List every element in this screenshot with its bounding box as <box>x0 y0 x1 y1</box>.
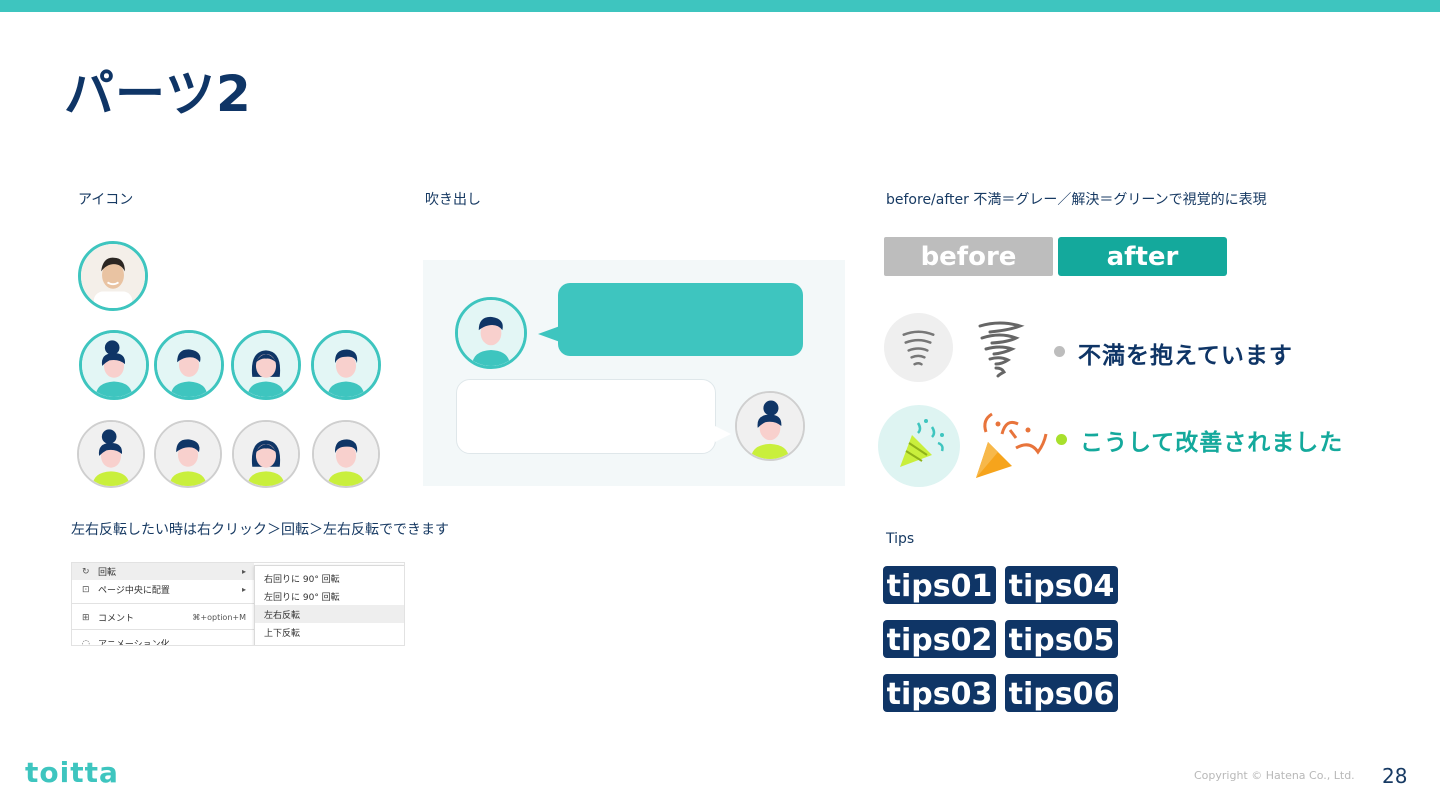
avatar-teal-bun <box>79 330 149 400</box>
tornado-icon <box>968 318 1030 380</box>
menu-divider <box>72 603 254 604</box>
submenu-rotate-right[interactable]: 右回りに 90° 回転 <box>255 569 404 587</box>
toitta-logo: toitta <box>25 756 119 789</box>
rotate-submenu: 右回りに 90° 回転 左回りに 90° 回転 左右反転 上下反転 <box>254 565 404 645</box>
comment-icon: ⊞ <box>82 612 90 623</box>
green-bullet-dot <box>1056 434 1067 445</box>
submenu-rotate-left[interactable]: 左回りに 90° 回転 <box>255 587 404 605</box>
complaint-text: 不満を抱えています <box>1078 343 1293 369</box>
page-number: 28 <box>1382 764 1408 788</box>
tips-section-label: Tips <box>886 531 915 547</box>
photo-avatar <box>78 241 148 311</box>
copyright-text: Copyright © Hatena Co., Ltd. <box>1194 769 1355 782</box>
avatar-gray-short-hair <box>154 420 222 488</box>
avatar-teal-bob <box>231 330 301 400</box>
gray-bullet-dot <box>1054 346 1065 357</box>
white-speech-bubble <box>456 379 716 454</box>
party-popper-circle-icon <box>878 405 960 487</box>
context-menu-main: ↻ 回転 ▸ ⊡ ページ中央に配置 ▸ ⊞ コメント ⌘+option+M ◌ … <box>72 563 254 646</box>
avatar-gray-bob <box>232 420 300 488</box>
menu-divider <box>72 629 254 630</box>
rotate-icon: ↻ <box>82 566 90 577</box>
bubble-avatar-gray <box>735 391 805 461</box>
white-bubble-tail <box>715 426 731 442</box>
avatar-teal-man <box>311 330 381 400</box>
avatar-gray-bun <box>77 420 145 488</box>
menu-item-comment[interactable]: ⊞ コメント ⌘+option+M <box>72 609 254 626</box>
solved-text: こうして改善されました <box>1080 430 1344 456</box>
icons-section-label: アイコン <box>78 192 134 208</box>
tornado-circle-icon <box>884 313 953 382</box>
bubbles-section-label: 吹き出し <box>425 192 481 208</box>
avatar-gray-man <box>312 420 380 488</box>
tips-badge-04: tips04 <box>1005 566 1118 604</box>
tips-badge-05: tips05 <box>1005 620 1118 658</box>
tips-badge-03: tips03 <box>883 674 996 712</box>
bubble-avatar-teal <box>455 297 527 369</box>
menu-item-center-on-page[interactable]: ⊡ ページ中央に配置 ▸ <box>72 581 254 598</box>
avatar-teal-short-hair <box>154 330 224 400</box>
party-popper-icon <box>972 404 1050 482</box>
flip-instruction-label: 左右反転したい時は右クリック＞回転＞左右反転でできます <box>71 522 449 538</box>
before-badge: before <box>884 237 1053 276</box>
tips-badge-02: tips02 <box>883 620 996 658</box>
teal-bubble-tail <box>538 326 560 342</box>
before-after-section-label: before/after 不満＝グレー／解決＝グリーンで視覚的に表現 <box>886 192 1267 208</box>
page-title: パーツ2 <box>64 65 252 123</box>
submenu-flip-horizontal[interactable]: 左右反転 <box>255 605 404 623</box>
after-badge: after <box>1058 237 1227 276</box>
animation-icon: ◌ <box>82 638 90 646</box>
submenu-flip-vertical[interactable]: 上下反転 <box>255 623 404 641</box>
align-icon: ⊡ <box>82 584 90 595</box>
tips-badge-06: tips06 <box>1005 674 1118 712</box>
menu-item-animate[interactable]: ◌ アニメーション化 <box>72 635 254 646</box>
top-accent-bar <box>0 0 1440 12</box>
context-menu-screenshot: ↻ 回転 ▸ ⊡ ページ中央に配置 ▸ ⊞ コメント ⌘+option+M ◌ … <box>71 562 405 646</box>
tips-badge-01: tips01 <box>883 566 996 604</box>
menu-item-rotate[interactable]: ↻ 回転 ▸ <box>72 563 254 580</box>
teal-speech-bubble <box>558 283 803 356</box>
